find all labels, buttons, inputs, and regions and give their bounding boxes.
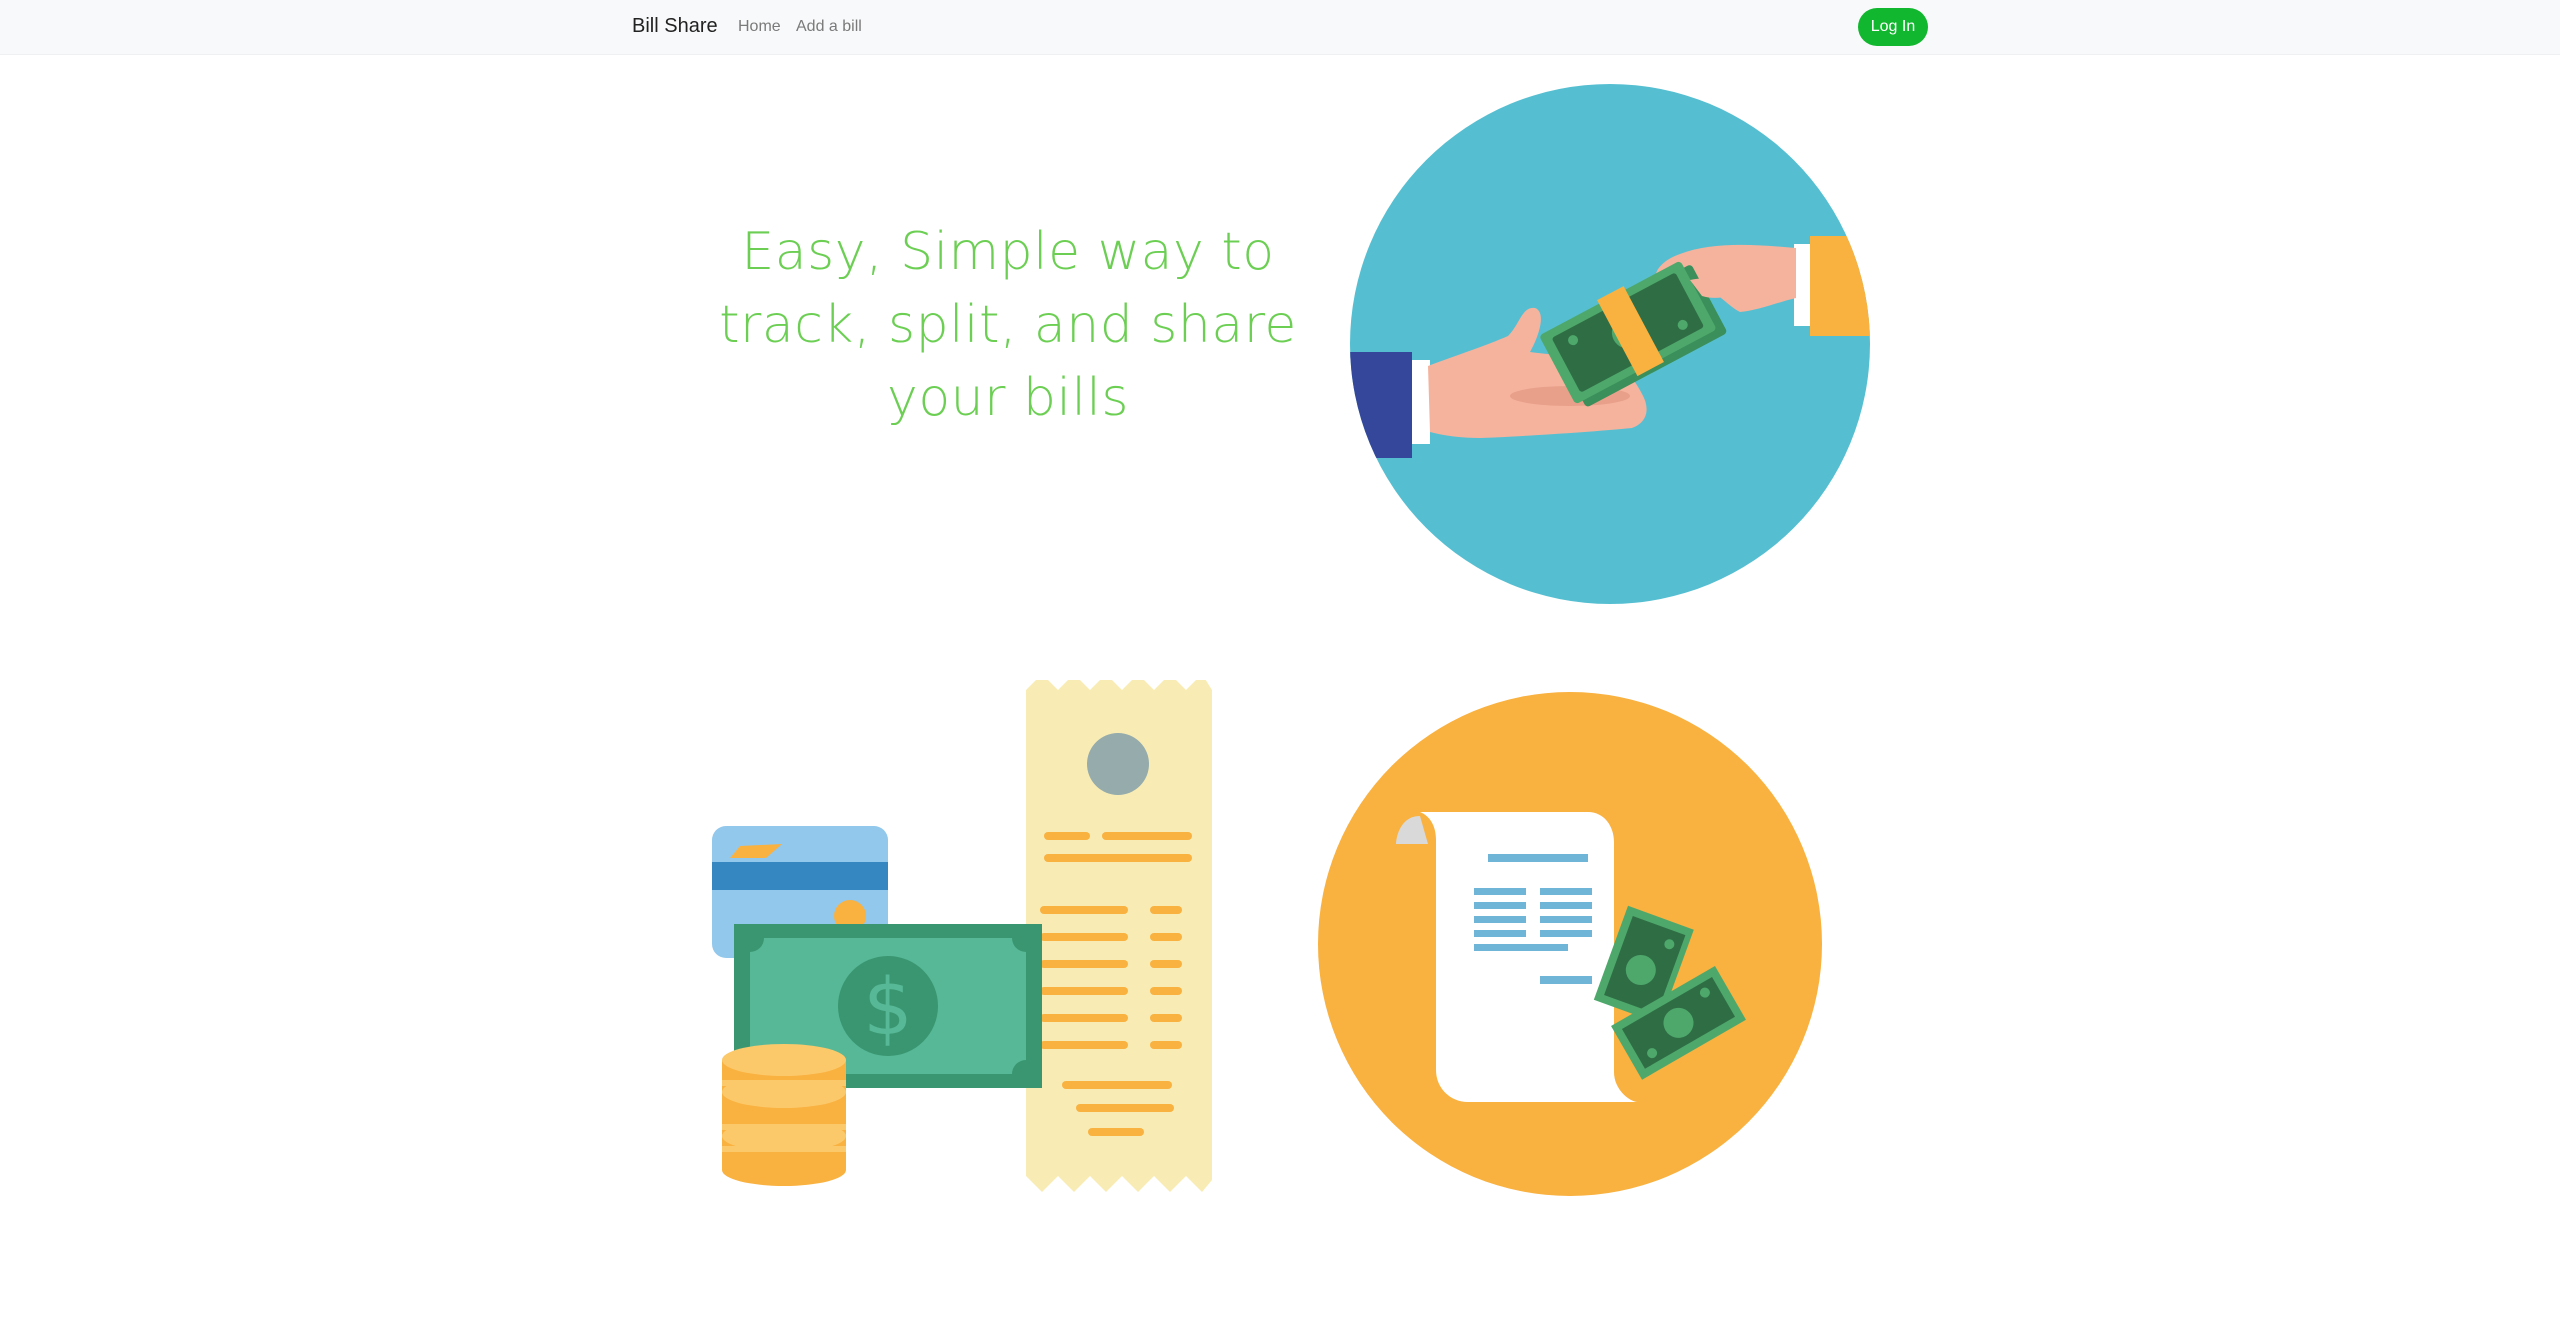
login-button[interactable]: Log In bbox=[1858, 8, 1928, 46]
payment-items-illustration: $ bbox=[712, 680, 1212, 1192]
svg-text:$: $ bbox=[863, 963, 913, 1053]
navbar: Bill Share Home Add a bill Log In bbox=[0, 0, 2560, 55]
brand-link[interactable]: Bill Share bbox=[632, 15, 718, 38]
nav-link-add-bill[interactable]: Add a bill bbox=[796, 18, 862, 36]
hero-tagline: Easy, Simple way to track, split, and sh… bbox=[719, 222, 1297, 428]
receipt-cash-illustration bbox=[1318, 692, 1822, 1196]
nav-link-home[interactable]: Home bbox=[738, 18, 781, 36]
money-handover-illustration bbox=[1350, 84, 1870, 604]
